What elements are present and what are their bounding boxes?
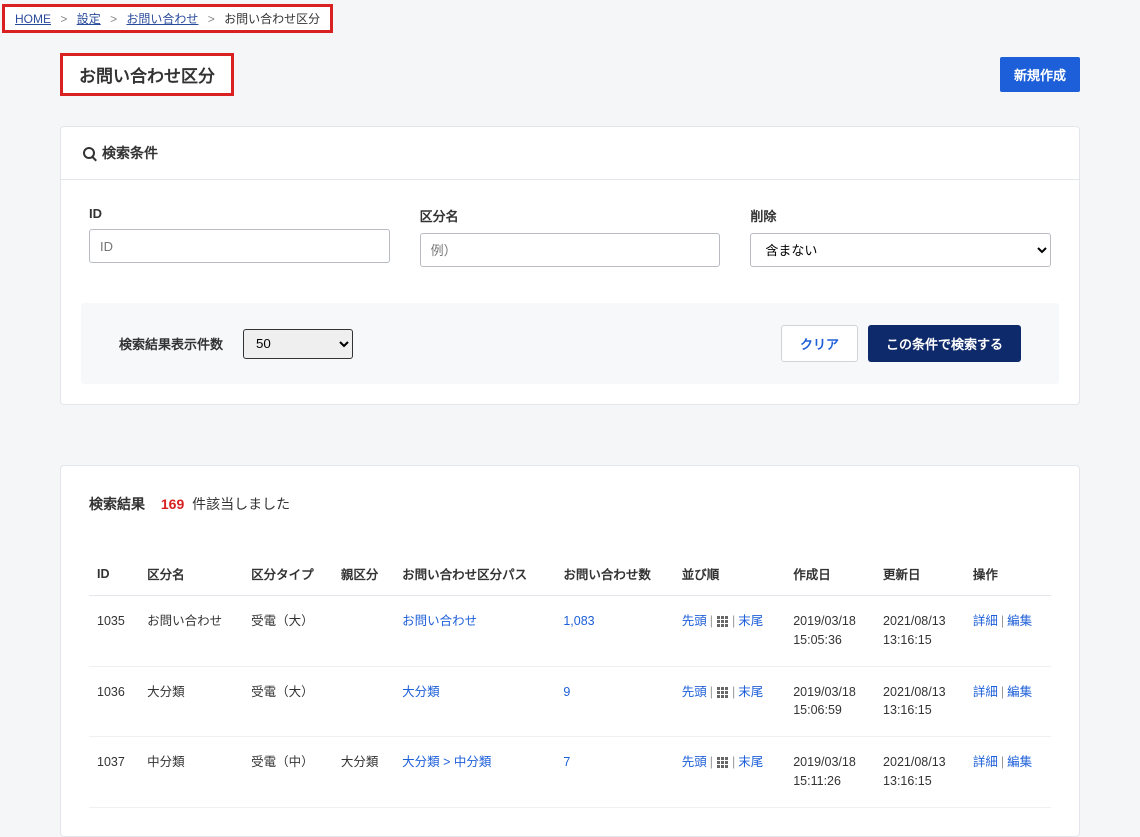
path-link[interactable]: お問い合わせ <box>402 614 477 628</box>
order-tail-link[interactable]: 末尾 <box>738 755 763 769</box>
col-order: 並び順 <box>674 552 786 596</box>
clear-button[interactable]: クリア <box>781 325 858 362</box>
col-actions: 操作 <box>965 552 1051 596</box>
cell-inquiries: 7 <box>555 737 673 808</box>
table-row: 1037中分類受電（中）大分類大分類 > 中分類 7 先頭||末尾2019/03/1… <box>89 737 1051 808</box>
cell-order: 先頭||末尾 <box>674 596 786 667</box>
cell-updated: 2021/08/1313:16:15 <box>875 666 965 737</box>
cell-created: 2019/03/1815:06:59 <box>785 666 875 737</box>
cell-actions: 詳細|編集 <box>965 737 1051 808</box>
col-type: 区分タイプ <box>243 552 333 596</box>
order-tail-link[interactable]: 末尾 <box>738 614 763 628</box>
detail-link[interactable]: 詳細 <box>973 685 998 699</box>
per-page-select[interactable]: 50 <box>243 329 353 359</box>
cell-path: 大分類 <box>394 666 555 737</box>
cell-created: 2019/03/1815:05:36 <box>785 596 875 667</box>
cell-name: 大分類 <box>139 666 243 737</box>
delete-label: 削除 <box>750 206 1051 225</box>
results-suffix: 件該当しました <box>192 496 290 512</box>
results-panel: 検索結果 169 件該当しました ID 区分名 区分タイプ 親区分 お問い合わせ… <box>60 465 1080 837</box>
order-head-link[interactable]: 先頭 <box>682 614 707 628</box>
breadcrumb-home[interactable]: HOME <box>15 12 51 26</box>
detail-link[interactable]: 詳細 <box>973 614 998 628</box>
search-icon <box>83 147 96 160</box>
table-row: 1035お問い合わせ受電（大）お問い合わせ1,083先頭||末尾2019/03/… <box>89 596 1051 667</box>
breadcrumb-current: お問い合わせ区分 <box>224 12 320 26</box>
path-link[interactable]: 大分類 > 中分類 <box>402 755 491 769</box>
cell-type: 受電（大） <box>243 666 333 737</box>
edit-link[interactable]: 編集 <box>1007 685 1032 699</box>
page-title: お問い合わせ区分 <box>79 62 215 87</box>
results-count: 169 <box>161 496 184 512</box>
breadcrumb-sep: > <box>60 12 67 26</box>
col-path: お問い合わせ区分パス <box>394 552 555 596</box>
cell-id: 1036 <box>89 666 139 737</box>
cell-updated: 2021/08/1313:16:15 <box>875 737 965 808</box>
id-label: ID <box>89 206 390 221</box>
cell-id: 1037 <box>89 737 139 808</box>
breadcrumb-settings[interactable]: 設定 <box>77 12 101 26</box>
cell-order: 先頭||末尾 <box>674 737 786 808</box>
cell-id: 1035 <box>89 596 139 667</box>
new-button[interactable]: 新規作成 <box>1000 57 1080 92</box>
inquiries-link[interactable]: 9 <box>563 685 570 699</box>
page-title-box: お問い合わせ区分 <box>60 53 234 96</box>
cell-parent: 大分類 <box>333 737 394 808</box>
results-table: ID 区分名 区分タイプ 親区分 お問い合わせ区分パス お問い合わせ数 並び順 … <box>89 552 1051 808</box>
col-name: 区分名 <box>139 552 243 596</box>
order-tail-link[interactable]: 末尾 <box>738 685 763 699</box>
path-link[interactable]: 大分類 <box>402 685 440 699</box>
cell-name: 中分類 <box>139 737 243 808</box>
delete-select[interactable]: 含まない <box>750 233 1051 267</box>
cell-type: 受電（大） <box>243 596 333 667</box>
edit-link[interactable]: 編集 <box>1007 755 1032 769</box>
cell-actions: 詳細|編集 <box>965 596 1051 667</box>
cell-created: 2019/03/1815:11:26 <box>785 737 875 808</box>
drag-icon[interactable] <box>717 687 728 698</box>
cell-order: 先頭||末尾 <box>674 666 786 737</box>
breadcrumb: HOME > 設定 > お問い合わせ > お問い合わせ区分 <box>2 4 333 33</box>
id-input[interactable] <box>89 229 390 263</box>
cell-parent <box>333 666 394 737</box>
search-panel: 検索条件 ID 区分名 削除 含まない <box>60 126 1080 405</box>
cell-actions: 詳細|編集 <box>965 666 1051 737</box>
detail-link[interactable]: 詳細 <box>973 755 998 769</box>
results-label: 検索結果 <box>89 496 145 512</box>
col-parent: 親区分 <box>333 552 394 596</box>
per-page-label: 検索結果表示件数 <box>119 334 223 353</box>
search-header-label: 検索条件 <box>102 143 158 163</box>
breadcrumb-inquiry[interactable]: お問い合わせ <box>126 12 198 26</box>
drag-icon[interactable] <box>717 757 728 768</box>
cell-path: お問い合わせ <box>394 596 555 667</box>
order-head-link[interactable]: 先頭 <box>682 685 707 699</box>
name-input[interactable] <box>420 233 721 267</box>
col-id: ID <box>89 552 139 596</box>
name-label: 区分名 <box>420 206 721 225</box>
cell-inquiries: 1,083 <box>555 596 673 667</box>
breadcrumb-sep: > <box>208 12 215 26</box>
col-inquiries: お問い合わせ数 <box>555 552 673 596</box>
table-row: 1036大分類受電（大）大分類9先頭||末尾2019/03/1815:06:59… <box>89 666 1051 737</box>
col-created: 作成日 <box>785 552 875 596</box>
cell-parent <box>333 596 394 667</box>
cell-updated: 2021/08/1313:16:15 <box>875 596 965 667</box>
cell-name: お問い合わせ <box>139 596 243 667</box>
cell-type: 受電（中） <box>243 737 333 808</box>
drag-icon[interactable] <box>717 616 728 627</box>
order-head-link[interactable]: 先頭 <box>682 755 707 769</box>
cell-inquiries: 9 <box>555 666 673 737</box>
inquiries-link[interactable]: 7 <box>563 755 570 769</box>
inquiries-link[interactable]: 1,083 <box>563 614 594 628</box>
edit-link[interactable]: 編集 <box>1007 614 1032 628</box>
col-updated: 更新日 <box>875 552 965 596</box>
breadcrumb-sep: > <box>110 12 117 26</box>
search-button[interactable]: この条件で検索する <box>868 325 1021 362</box>
cell-path: 大分類 > 中分類 <box>394 737 555 808</box>
